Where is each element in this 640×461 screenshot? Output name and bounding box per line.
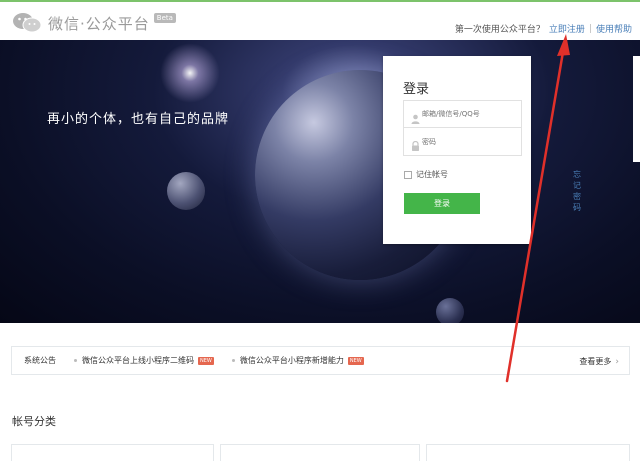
forgot-password-link[interactable]: 忘记密码 bbox=[573, 169, 581, 213]
side-card bbox=[633, 56, 640, 162]
account-field[interactable] bbox=[403, 100, 522, 128]
remember-label: 记住帐号 bbox=[416, 170, 448, 179]
announcement-bar: 系统公告 微信公众平台上线小程序二维码 NEW 微信公众平台小程序新增能力 NE… bbox=[11, 346, 630, 375]
account-category-title: 帐号分类 bbox=[12, 415, 56, 428]
logo-text: 微信·公众平台 bbox=[48, 14, 150, 33]
login-card: 登录 记住帐号 忘记密码 登录 bbox=[383, 56, 581, 244]
small-planet-image bbox=[436, 298, 464, 323]
announcement-item[interactable]: 微信公众平台上线小程序二维码 NEW bbox=[74, 355, 214, 366]
announcement-label: 系统公告 bbox=[24, 356, 56, 365]
category-card[interactable] bbox=[220, 444, 420, 461]
announcement-item[interactable]: 微信公众平台小程序新增能力 NEW bbox=[231, 355, 364, 366]
moon-image bbox=[167, 172, 205, 210]
wechat-logo-icon bbox=[12, 12, 42, 34]
lock-icon bbox=[411, 136, 420, 151]
password-field[interactable] bbox=[403, 128, 522, 156]
star-flare bbox=[160, 43, 220, 103]
top-header: 微信·公众平台 Beta 第一次使用公众平台？ 立即注册 | 使用帮助 bbox=[0, 0, 640, 40]
register-link[interactable]: 立即注册 bbox=[549, 22, 585, 35]
category-card[interactable] bbox=[11, 444, 214, 461]
account-input[interactable] bbox=[422, 110, 512, 118]
login-button[interactable]: 登录 bbox=[404, 193, 480, 214]
user-icon bbox=[411, 109, 420, 124]
header-separator: | bbox=[588, 23, 592, 34]
remember-checkbox[interactable] bbox=[404, 170, 412, 179]
banner-slogan: 再小的个体，也有自己的品牌 bbox=[47, 112, 230, 127]
password-input[interactable] bbox=[422, 137, 512, 146]
beta-badge: Beta bbox=[153, 13, 176, 23]
remember-account[interactable]: 记住帐号 bbox=[404, 169, 448, 180]
announcement-text: 微信公众平台小程序新增能力 bbox=[239, 356, 344, 365]
view-more-label: 查看更多 bbox=[579, 357, 612, 366]
register-prompt: 第一次使用公众平台？ bbox=[454, 25, 545, 35]
help-link[interactable]: 使用帮助 bbox=[596, 22, 632, 35]
category-card[interactable] bbox=[426, 444, 630, 461]
announcement-text: 微信公众平台上线小程序二维码 bbox=[82, 356, 194, 365]
chevron-right-icon: › bbox=[615, 356, 619, 367]
new-badge: NEW bbox=[198, 356, 214, 365]
logo[interactable]: 微信·公众平台 Beta bbox=[12, 12, 176, 34]
bullet-dot bbox=[74, 359, 77, 362]
page: 微信·公众平台 Beta 第一次使用公众平台？ 立即注册 | 使用帮助 再小的个… bbox=[0, 0, 640, 461]
login-title: 登录 bbox=[403, 82, 430, 97]
view-more-link[interactable]: 查看更多 › bbox=[579, 356, 619, 367]
new-badge: NEW bbox=[347, 356, 364, 365]
hero-banner: 再小的个体，也有自己的品牌 bbox=[0, 40, 640, 323]
header-links: 第一次使用公众平台？ 立即注册 | 使用帮助 bbox=[454, 22, 632, 36]
bullet-dot bbox=[231, 359, 235, 362]
